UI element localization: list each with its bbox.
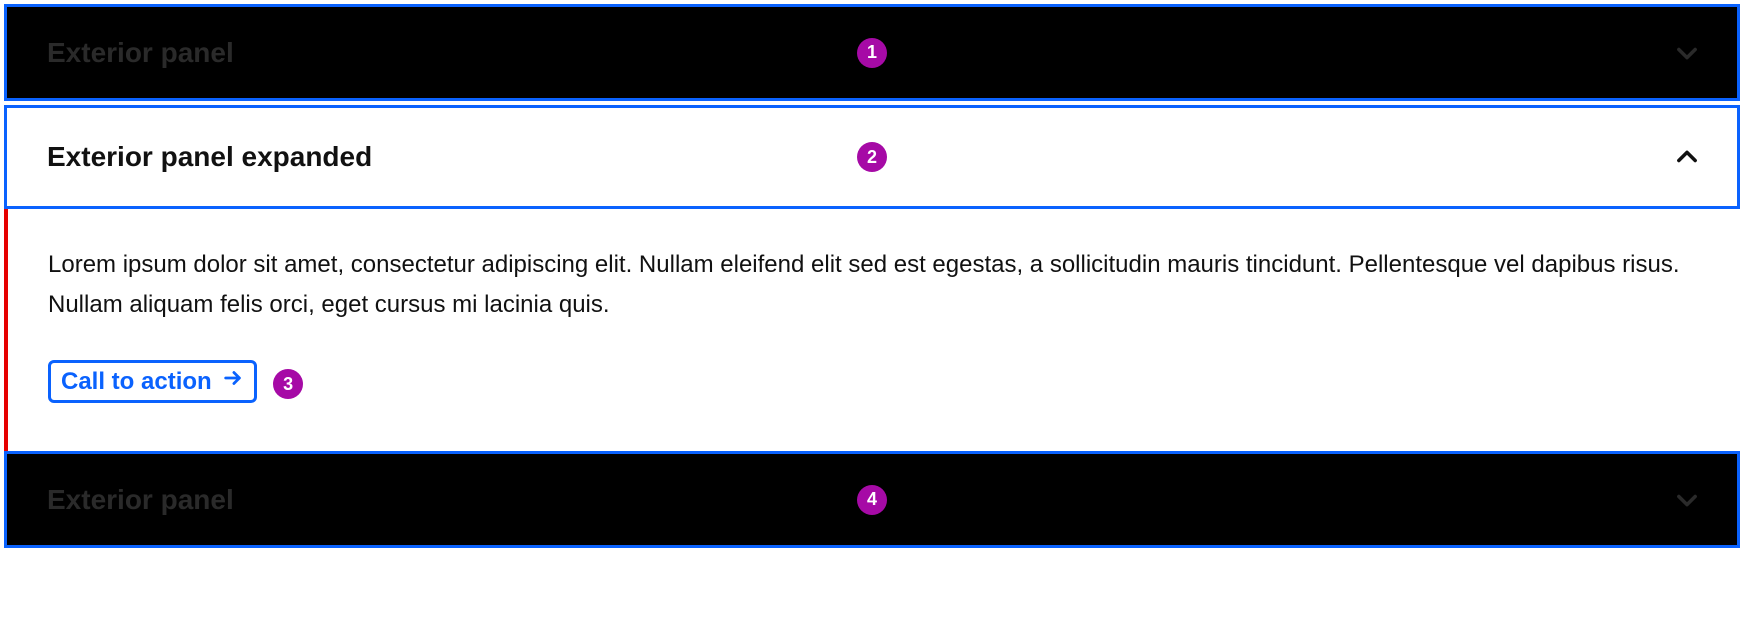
- chevron-up-icon: [1673, 143, 1701, 171]
- cta-label: Call to action: [61, 368, 212, 396]
- panel-body-text: Lorem ipsum dolor sit amet, consectetur …: [48, 245, 1700, 324]
- annotation-badge-1: 1: [857, 38, 887, 68]
- accordion-panel-collapsed-2[interactable]: Exterior panel 4: [4, 451, 1740, 548]
- annotation-badge-4: 4: [857, 485, 887, 515]
- accordion-panel-header-expanded[interactable]: Exterior panel expanded 2: [4, 105, 1740, 209]
- accordion-panel-body: Lorem ipsum dolor sit amet, consectetur …: [4, 209, 1740, 451]
- cta-row: Call to action 3: [48, 360, 1700, 403]
- annotation-badge-2: 2: [857, 142, 887, 172]
- call-to-action-link[interactable]: Call to action: [48, 360, 257, 403]
- chevron-down-icon: [1673, 39, 1701, 67]
- chevron-down-icon: [1673, 486, 1701, 514]
- accordion-container: Exterior panel 1 Exterior panel expanded…: [4, 4, 1740, 548]
- accordion-panel-collapsed-1[interactable]: Exterior panel 1: [4, 4, 1740, 101]
- annotation-badge-3: 3: [273, 369, 303, 399]
- arrow-right-icon: [222, 367, 244, 396]
